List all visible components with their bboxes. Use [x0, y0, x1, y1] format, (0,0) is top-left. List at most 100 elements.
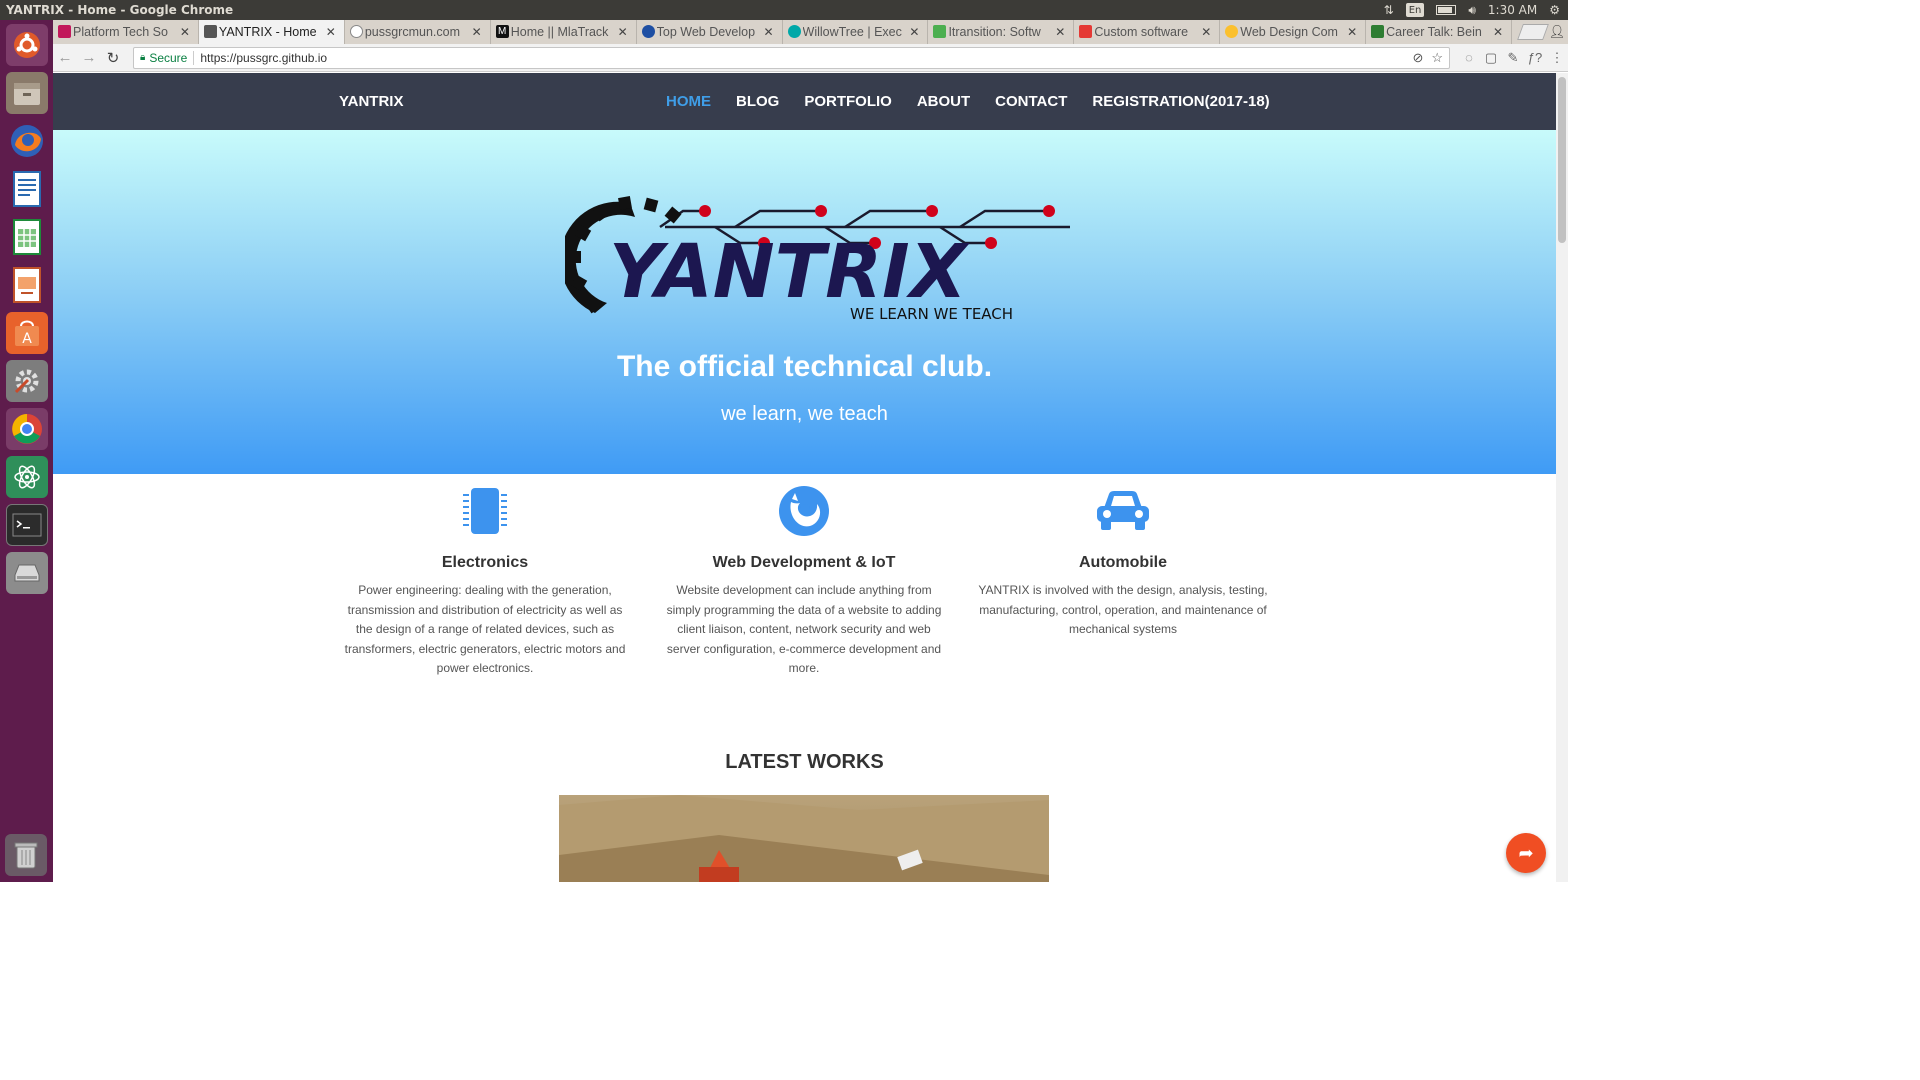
forward-icon[interactable]: →: [77, 46, 101, 70]
launcher: A: [0, 20, 53, 882]
extension-icon[interactable]: ▢: [1480, 47, 1502, 69]
scrollbar-thumb[interactable]: [1558, 77, 1566, 243]
logo-tagline: WE LEARN WE TEACH: [850, 305, 1013, 323]
nav-registration[interactable]: REGISTRATION(2017-18): [1092, 93, 1269, 110]
clock[interactable]: 1:30 AM: [1488, 3, 1537, 17]
writer-icon[interactable]: [6, 168, 48, 210]
browser-tab[interactable]: pussgrcmun.com ✕: [345, 20, 491, 44]
tab-favicon: [1079, 25, 1093, 38]
close-icon[interactable]: ✕: [909, 25, 919, 39]
share-button[interactable]: ➦: [1506, 833, 1546, 873]
browser-toolbar: ← → ↻ 🔒︎ Secure https://pussgrc.github.i…: [53, 44, 1568, 72]
close-icon[interactable]: ✕: [1055, 25, 1065, 39]
tab-label: Career Talk: Bein: [1386, 25, 1482, 39]
tab-label: Platform Tech So: [73, 25, 168, 39]
url-text[interactable]: https://pussgrc.github.io: [200, 51, 327, 65]
latest-works-heading: LATEST WORKS: [725, 751, 884, 773]
close-icon[interactable]: ✕: [1493, 25, 1503, 39]
feature-electronics: Electronics Power engineering: dealing w…: [340, 483, 630, 679]
tab-label: Top Web Develop: [656, 25, 756, 39]
close-icon[interactable]: ✕: [763, 25, 773, 39]
nav-contact[interactable]: CONTACT: [995, 93, 1067, 110]
browser-tab[interactable]: Web Design Com ✕: [1220, 20, 1367, 44]
nav-portfolio[interactable]: PORTFOLIO: [804, 93, 892, 110]
trash-icon[interactable]: [5, 834, 47, 876]
feature-automobile: Automobile YANTRIX is involved with the …: [978, 483, 1268, 640]
page-scrollbar[interactable]: [1556, 73, 1568, 882]
atom-icon[interactable]: [5, 456, 48, 498]
feature-title: Web Development & IoT: [712, 554, 896, 571]
chip-icon: [340, 483, 630, 539]
browser-tab[interactable]: WillowTree | Exec ✕: [783, 20, 929, 44]
nav-about[interactable]: ABOUT: [917, 93, 970, 110]
back-icon[interactable]: ←: [53, 46, 77, 70]
yantrix-logo: YANTRIX WE LEARN WE TEACH: [565, 196, 1070, 323]
close-icon[interactable]: ✕: [1201, 25, 1211, 39]
feature-text: Website development can include anything…: [666, 583, 942, 675]
tab-favicon: [349, 25, 363, 38]
site-brand[interactable]: YANTRIX: [339, 93, 403, 110]
bookmark-star-icon[interactable]: ☆: [1431, 50, 1443, 66]
files-icon[interactable]: [5, 72, 48, 114]
tab-label: pussgrcmun.com: [364, 25, 460, 39]
feature-text: Power engineering: dealing with the gene…: [344, 583, 626, 675]
browser-tab[interactable]: Custom software ✕: [1074, 20, 1221, 44]
tab-favicon: [203, 25, 217, 38]
browser-tab[interactable]: Career Talk: Bein ✕: [1366, 20, 1513, 44]
software-center-icon[interactable]: A: [5, 312, 48, 354]
tab-strip: Platform Tech So ✕ YANTRIX - Home ✕ pussgr…: [53, 20, 1568, 44]
firefox-launcher-icon[interactable]: [6, 120, 48, 162]
settings-icon[interactable]: [5, 360, 48, 402]
extension-icon[interactable]: ◌: [1458, 47, 1480, 69]
chrome-icon[interactable]: [5, 408, 48, 450]
blocked-icon[interactable]: ⊘: [1412, 50, 1423, 66]
reload-icon[interactable]: ↻: [101, 46, 125, 70]
browser-tab[interactable]: Top Web Develop ✕: [637, 20, 783, 44]
close-icon[interactable]: ✕: [472, 25, 482, 39]
browser-tab-active[interactable]: YANTRIX - Home ✕: [198, 20, 345, 44]
firefox-icon: [659, 483, 949, 539]
close-icon[interactable]: ✕: [180, 25, 190, 39]
tab-favicon: [58, 25, 71, 38]
close-icon[interactable]: ✕: [326, 25, 336, 39]
tab-favicon: [933, 25, 947, 38]
page-viewport: YANTRIX HOME BLOG PORTFOLIO ABOUT CONTAC…: [53, 73, 1556, 882]
menu-icon[interactable]: ⋮: [1546, 47, 1568, 69]
close-icon[interactable]: ✕: [618, 25, 628, 39]
new-tab-button[interactable]: [1517, 24, 1549, 40]
drive-icon[interactable]: [5, 552, 48, 594]
browser-tab[interactable]: Itransition: Softw ✕: [928, 20, 1075, 44]
battery-icon[interactable]: [1436, 5, 1457, 15]
gear-icon[interactable]: ⚙: [1549, 3, 1560, 17]
nav-home[interactable]: HOME: [666, 93, 711, 110]
impress-icon[interactable]: [6, 264, 48, 306]
ubuntu-dash-icon[interactable]: [5, 24, 48, 66]
car-icon: [978, 483, 1268, 539]
window-title: YANTRIX - Home - Google Chrome: [6, 3, 234, 17]
font-icon[interactable]: ƒ?: [1524, 47, 1546, 69]
terminal-icon[interactable]: [5, 504, 48, 546]
feature-text: YANTRIX is involved with the design, ana…: [978, 583, 1268, 636]
calc-icon[interactable]: [6, 216, 48, 258]
site-menu: HOME BLOG PORTFOLIO ABOUT CONTACT REGIST…: [666, 93, 1270, 110]
address-bar[interactable]: 🔒︎ Secure https://pussgrc.github.io ⊘ ☆: [133, 46, 1450, 69]
keyboard-language[interactable]: En: [1405, 3, 1425, 17]
browser-tab[interactable]: Platform Tech So ✕: [53, 20, 199, 44]
site-navbar: YANTRIX HOME BLOG PORTFOLIO ABOUT CONTAC…: [53, 73, 1556, 130]
secure-label: Secure: [149, 50, 195, 65]
tab-label: YANTRIX - Home: [218, 25, 317, 39]
system-indicators: ⇅ En 🔊︎ 1:30 AM ⚙: [1384, 3, 1568, 18]
tab-label: Web Design Com: [1240, 25, 1338, 39]
volume-icon[interactable]: 🔊︎: [1468, 3, 1476, 18]
network-icon[interactable]: ⇅: [1384, 3, 1394, 17]
close-icon[interactable]: ✕: [1347, 25, 1357, 39]
eyedropper-icon[interactable]: ✎: [1502, 47, 1524, 69]
hero-title: The official technical club.: [616, 350, 993, 383]
browser-tab[interactable]: M Home || MlaTrack ✕: [491, 20, 637, 44]
latest-work-photo[interactable]: [559, 795, 1049, 882]
tab-label: Itransition: Softw: [948, 25, 1041, 39]
profile-icon[interactable]: 👤︎: [1546, 20, 1568, 44]
tab-favicon: [1371, 25, 1385, 38]
tab-label: WillowTree | Exec: [802, 25, 902, 39]
nav-blog[interactable]: BLOG: [736, 93, 779, 110]
